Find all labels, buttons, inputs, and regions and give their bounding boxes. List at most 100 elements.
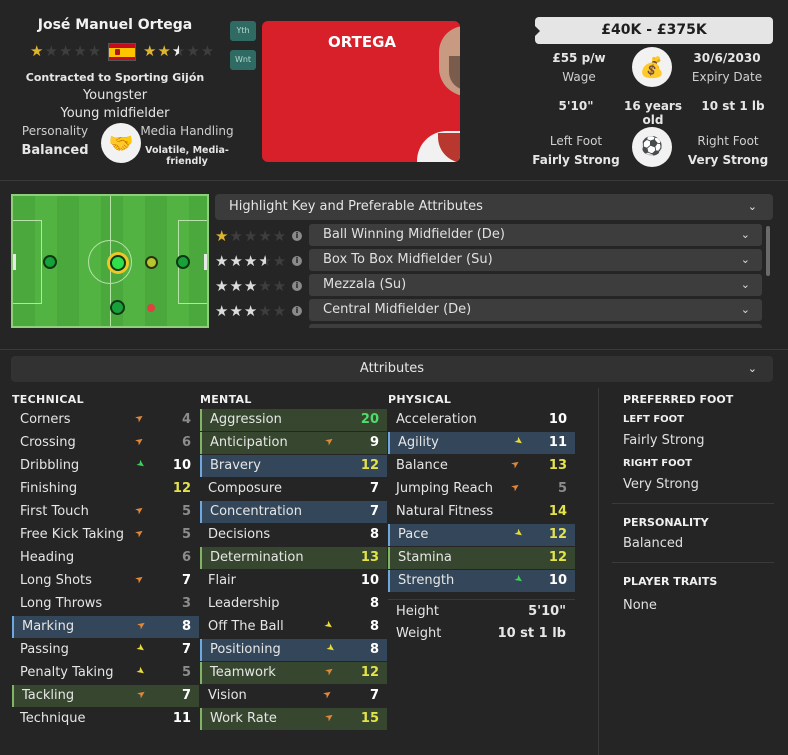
- position-pitch[interactable]: [11, 194, 209, 328]
- youth-tag[interactable]: Yth: [230, 21, 256, 41]
- attribute-row[interactable]: Balance 13 ➤: [388, 455, 575, 477]
- attribute-row[interactable]: Aggression 20: [200, 409, 387, 431]
- trend-arrow-icon: ➤: [323, 641, 338, 656]
- attributes-header[interactable]: Attributes ⌄: [11, 356, 773, 382]
- info-icon[interactable]: i: [292, 281, 302, 291]
- attribute-row[interactable]: Composure 7: [200, 478, 387, 500]
- attribute-name: Decisions: [208, 527, 271, 542]
- attribute-row[interactable]: Work Rate 15 ➤: [200, 708, 387, 730]
- chevron-down-icon: ⌄: [747, 200, 757, 213]
- attribute-value: 5: [181, 665, 191, 680]
- attribute-row[interactable]: Passing 7 ➤: [12, 639, 199, 661]
- role-dropdown-partial: [309, 324, 762, 328]
- attribute-row[interactable]: Penalty Taking 5 ➤: [12, 662, 199, 684]
- position-dot-dm: [43, 255, 57, 269]
- attribute-row[interactable]: Decisions 8: [200, 524, 387, 546]
- attribute-row[interactable]: Free Kick Taking 5 ➤: [12, 524, 199, 546]
- info-icon[interactable]: i: [292, 306, 302, 316]
- chevron-down-icon: ⌄: [740, 228, 750, 241]
- attribute-value: 12: [548, 550, 567, 565]
- right-foot-title: RIGHT FOOT: [623, 458, 692, 469]
- attribute-value: 7: [181, 573, 191, 588]
- attribute-row[interactable]: Bravery 12: [200, 455, 387, 477]
- role-dropdown[interactable]: Box To Box Midfielder (Su) ⌄: [309, 249, 762, 271]
- trend-arrow-icon: ➤: [509, 480, 523, 495]
- attribute-value: 8: [369, 619, 379, 634]
- attribute-row[interactable]: Tackling 7 ➤: [12, 685, 199, 707]
- attribute-row[interactable]: Teamwork 12 ➤: [200, 662, 387, 684]
- attribute-row[interactable]: Dribbling 10 ➤: [12, 455, 199, 477]
- role-stars: ★★★★★: [215, 227, 288, 245]
- attribute-row[interactable]: Anticipation 9 ➤: [200, 432, 387, 454]
- role-label: Mezzala (Su): [323, 277, 407, 292]
- player-traits-value: None: [623, 598, 657, 613]
- side-separator: [612, 562, 774, 563]
- attribute-value: 8: [369, 527, 379, 542]
- attribute-row[interactable]: Pace 12 ➤: [388, 524, 575, 546]
- wanted-tag[interactable]: Wnt: [230, 50, 256, 70]
- trend-arrow-icon: ➤: [135, 618, 149, 633]
- attribute-value: 11: [172, 711, 191, 726]
- trend-arrow-icon: ➤: [133, 641, 148, 656]
- attribute-row[interactable]: Long Throws 3: [12, 593, 199, 615]
- attribute-value: 15: [360, 711, 379, 726]
- position-dot-mr: [110, 300, 125, 315]
- attribute-row[interactable]: Flair 10: [200, 570, 387, 592]
- height-stat-value: 5'10": [528, 604, 566, 619]
- boot-icon: ⚽: [632, 127, 672, 167]
- attribute-row[interactable]: Jumping Reach 5 ➤: [388, 478, 575, 500]
- highlight-attributes-dropdown[interactable]: Highlight Key and Preferable Attributes …: [215, 194, 773, 220]
- preferred-foot-title: PREFERRED FOOT: [623, 393, 734, 406]
- attribute-row[interactable]: Crossing 6 ➤: [12, 432, 199, 454]
- attribute-name: Positioning: [210, 642, 281, 657]
- attribute-value: 10: [360, 573, 379, 588]
- attribute-row[interactable]: Finishing 12: [12, 478, 199, 500]
- role-dropdown[interactable]: Mezzala (Su) ⌄: [309, 274, 762, 296]
- trend-arrow-icon: ➤: [323, 710, 337, 725]
- attribute-name: Composure: [208, 481, 282, 496]
- attribute-row[interactable]: Stamina 12: [388, 547, 575, 569]
- attribute-name: Long Shots: [20, 573, 92, 588]
- attribute-name: Jumping Reach: [396, 481, 494, 496]
- attribute-row[interactable]: Positioning 8 ➤: [200, 639, 387, 661]
- attribute-row[interactable]: Acceleration 10: [388, 409, 575, 431]
- attribute-value: 11: [548, 435, 567, 450]
- info-icon[interactable]: i: [292, 256, 302, 266]
- trend-arrow-icon: ➤: [133, 434, 147, 449]
- trend-arrow-icon: ➤: [321, 687, 335, 702]
- trend-arrow-icon: ➤: [511, 526, 526, 541]
- attribute-name: Concentration: [210, 504, 302, 519]
- attribute-name: Aggression: [210, 412, 282, 427]
- attribute-row[interactable]: Strength 10 ➤: [388, 570, 575, 592]
- wage-value: £55 p/w: [552, 51, 606, 65]
- role-dropdown[interactable]: Central Midfielder (De) ⌄: [309, 299, 762, 321]
- right-foot-label: Right Foot: [697, 134, 759, 148]
- trend-arrow-icon: ➤: [509, 457, 523, 472]
- attribute-row[interactable]: Technique 11: [12, 708, 199, 730]
- attribute-row[interactable]: Natural Fitness 14: [388, 501, 575, 523]
- info-icon[interactable]: i: [292, 231, 302, 241]
- media-handling-value: Volatile, Media-friendly: [145, 145, 229, 167]
- attribute-value: 20: [360, 412, 379, 427]
- attribute-row[interactable]: Off The Ball 8 ➤: [200, 616, 387, 638]
- attribute-value: 7: [181, 688, 191, 703]
- attribute-row[interactable]: Corners 4 ➤: [12, 409, 199, 431]
- trend-arrow-icon: ➤: [133, 503, 147, 518]
- role-dropdown[interactable]: Ball Winning Midfielder (De) ⌄: [309, 224, 762, 246]
- wage-label: Wage: [562, 70, 596, 84]
- attribute-name: Technique: [20, 711, 86, 726]
- attribute-row[interactable]: Vision 7 ➤: [200, 685, 387, 707]
- attribute-row[interactable]: Leadership 8: [200, 593, 387, 615]
- attribute-row[interactable]: Marking 8 ➤: [12, 616, 199, 638]
- trend-arrow-icon: ➤: [323, 664, 337, 679]
- spain-flag-icon: [108, 43, 136, 61]
- attribute-row[interactable]: Concentration 7: [200, 501, 387, 523]
- side-divider: [598, 388, 599, 755]
- left-foot-value: Fairly Strong: [532, 153, 620, 167]
- roles-scrollbar[interactable]: [766, 226, 770, 276]
- attribute-row[interactable]: First Touch 5 ➤: [12, 501, 199, 523]
- attribute-row[interactable]: Agility 11 ➤: [388, 432, 575, 454]
- attribute-row[interactable]: Determination 13: [200, 547, 387, 569]
- attribute-row[interactable]: Long Shots 7 ➤: [12, 570, 199, 592]
- attribute-row[interactable]: Heading 6: [12, 547, 199, 569]
